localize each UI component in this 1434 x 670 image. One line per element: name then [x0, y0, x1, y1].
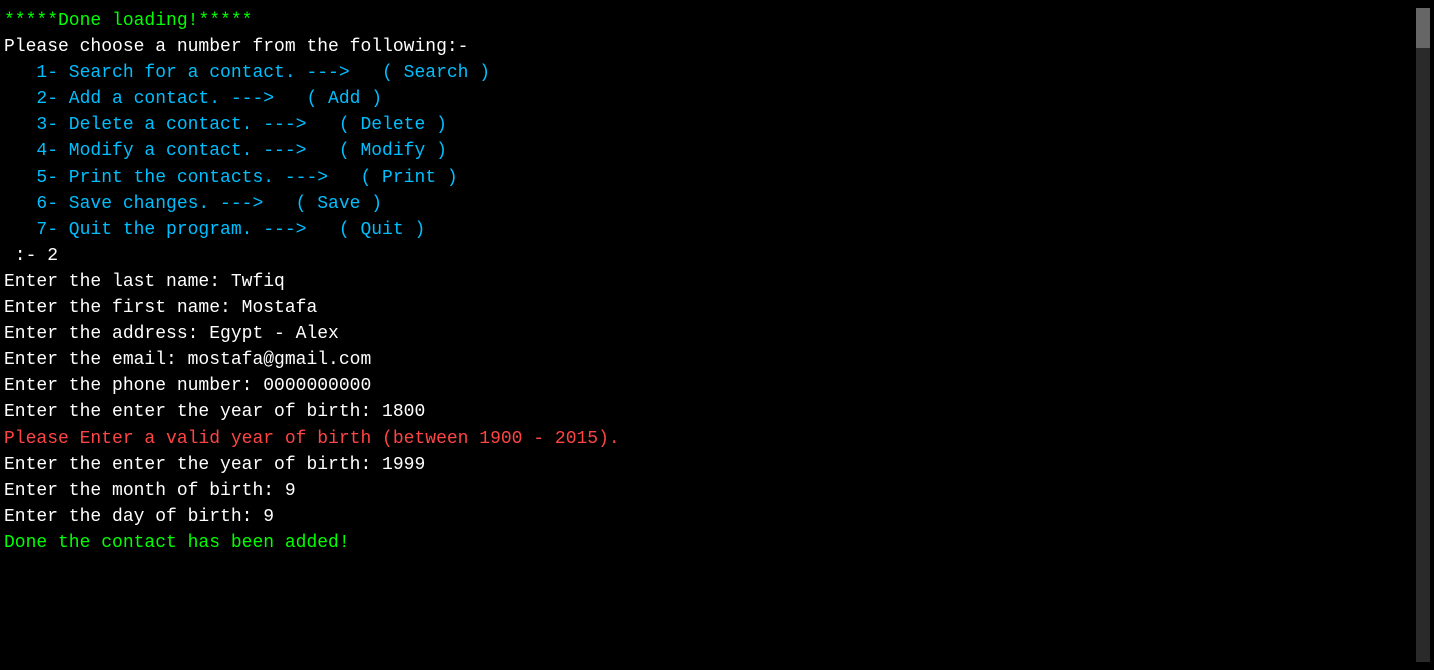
terminal-line-4: 3- Delete a contact. ---> ( Delete ) [4, 112, 1430, 138]
terminal-line-3: 2- Add a contact. ---> ( Add ) [4, 86, 1430, 112]
terminal-line-11: Enter the last name: Twfiq [4, 269, 1430, 295]
terminal-line-1: Please choose a number from the followin… [4, 34, 1430, 60]
terminal-line-18: Enter the enter the year of birth: 1999 [4, 452, 1430, 478]
terminal-line-15: Enter the phone number: 0000000000 [4, 373, 1430, 399]
terminal-line-8: 7- Quit the program. ---> ( Quit ) [4, 217, 1430, 243]
terminal-line-14: Enter the email: mostafa@gmail.com [4, 347, 1430, 373]
terminal: *****Done loading!*****Please choose a n… [4, 8, 1430, 662]
scrollbar-thumb[interactable] [1416, 8, 1430, 48]
terminal-line-10: :- 2 [4, 243, 1430, 269]
terminal-line-21: Done the contact has been added! [4, 530, 1430, 556]
terminal-line-19: Enter the month of birth: 9 [4, 478, 1430, 504]
terminal-line-2: 1- Search for a contact. ---> ( Search ) [4, 60, 1430, 86]
terminal-line-6: 5- Print the contacts. ---> ( Print ) [4, 165, 1430, 191]
terminal-line-12: Enter the first name: Mostafa [4, 295, 1430, 321]
terminal-line-0: *****Done loading!***** [4, 8, 1430, 34]
terminal-line-7: 6- Save changes. ---> ( Save ) [4, 191, 1430, 217]
terminal-line-13: Enter the address: Egypt - Alex [4, 321, 1430, 347]
scrollbar[interactable] [1416, 8, 1430, 662]
terminal-line-5: 4- Modify a contact. ---> ( Modify ) [4, 138, 1430, 164]
terminal-line-16: Enter the enter the year of birth: 1800 [4, 399, 1430, 425]
terminal-line-20: Enter the day of birth: 9 [4, 504, 1430, 530]
terminal-line-17: Please Enter a valid year of birth (betw… [4, 426, 1430, 452]
